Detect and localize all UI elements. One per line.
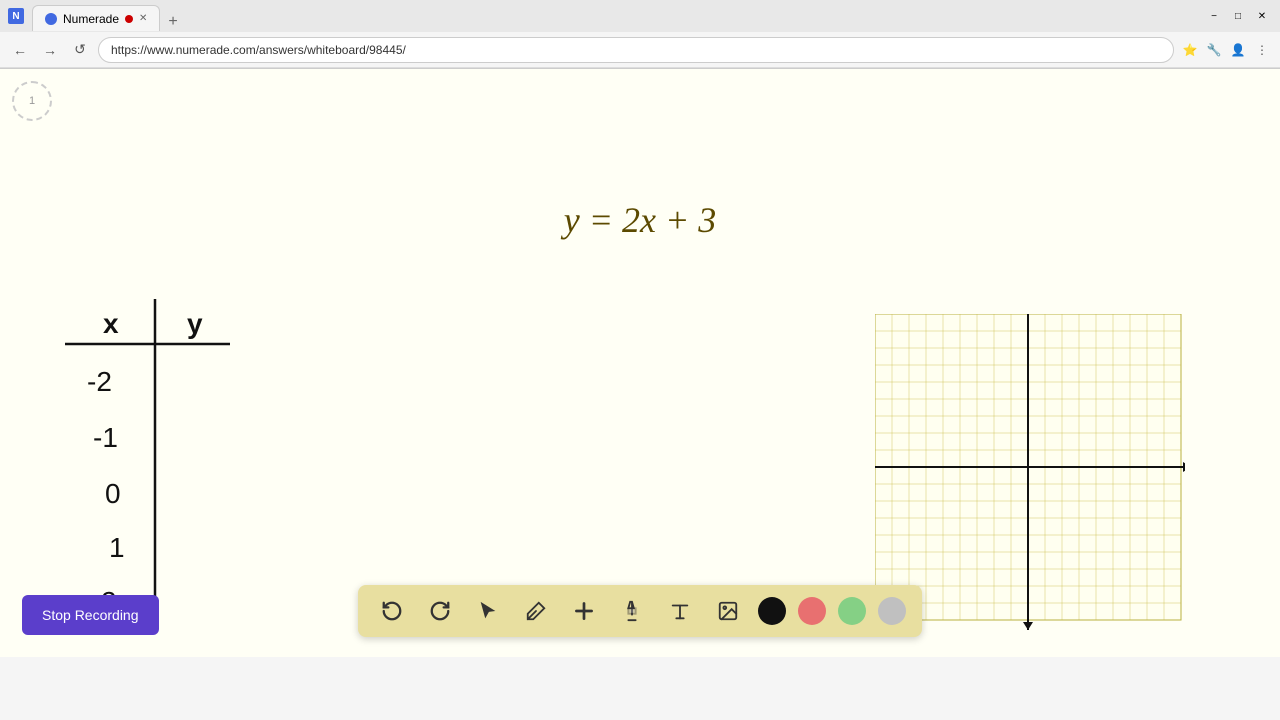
- tab-favicon: [45, 13, 57, 25]
- text-tool-button[interactable]: [662, 593, 698, 629]
- xy-table-svg: x y -2 -1 0 1 2: [35, 289, 235, 629]
- coordinate-graph: [875, 314, 1185, 634]
- url-text: https://www.numerade.com/answers/whitebo…: [111, 43, 406, 57]
- svg-text:-2: -2: [87, 366, 112, 397]
- maximize-button[interactable]: □: [1228, 6, 1248, 26]
- stop-recording-button[interactable]: Stop Recording: [22, 595, 159, 635]
- close-button[interactable]: ✕: [1252, 6, 1272, 26]
- browser-icon: N: [8, 8, 24, 24]
- menu-icon[interactable]: ⋮: [1252, 40, 1272, 60]
- whiteboard: 1 y = 2x + 3 x y -2 -1 0 1 2: [0, 69, 1280, 657]
- tab-close-button[interactable]: ✕: [139, 13, 147, 24]
- xy-table: x y -2 -1 0 1 2: [35, 289, 235, 629]
- profile-icon[interactable]: 👤: [1228, 40, 1248, 60]
- bookmark-icon[interactable]: ⭐: [1180, 40, 1200, 60]
- tab-title: Numerade: [63, 12, 119, 26]
- pen-tool-button[interactable]: [518, 593, 554, 629]
- image-tool-button[interactable]: [710, 593, 746, 629]
- select-tool-button[interactable]: [470, 593, 506, 629]
- address-bar[interactable]: https://www.numerade.com/answers/whitebo…: [98, 37, 1174, 63]
- color-pink[interactable]: [798, 597, 826, 625]
- highlighter-tool-button[interactable]: [614, 593, 650, 629]
- toolbar: [358, 585, 922, 637]
- color-black[interactable]: [758, 597, 786, 625]
- active-tab[interactable]: Numerade ✕: [32, 5, 160, 31]
- refresh-button[interactable]: ↺: [68, 38, 92, 62]
- redo-button[interactable]: [422, 593, 458, 629]
- title-bar: N Numerade ✕ + − □ ✕: [0, 0, 1280, 32]
- svg-text:0: 0: [105, 478, 121, 509]
- back-button[interactable]: ←: [8, 38, 32, 62]
- timer-label: 1: [29, 95, 35, 107]
- timer-circle: 1: [12, 81, 52, 121]
- extensions-icon[interactable]: 🔧: [1204, 40, 1224, 60]
- new-tab-button[interactable]: +: [160, 13, 185, 31]
- color-gray[interactable]: [878, 597, 906, 625]
- forward-button[interactable]: →: [38, 38, 62, 62]
- minimize-button[interactable]: −: [1204, 6, 1224, 26]
- svg-text:1: 1: [109, 532, 125, 563]
- tab-bar: Numerade ✕ +: [32, 1, 1196, 31]
- browser-chrome: N Numerade ✕ + − □ ✕ ← → ↺ https://www.n…: [0, 0, 1280, 69]
- color-green[interactable]: [838, 597, 866, 625]
- nav-actions: ⭐ 🔧 👤 ⋮: [1180, 40, 1272, 60]
- nav-bar: ← → ↺ https://www.numerade.com/answers/w…: [0, 32, 1280, 68]
- formula-display: y = 2x + 3: [564, 199, 717, 241]
- undo-button[interactable]: [374, 593, 410, 629]
- window-controls: − □ ✕: [1204, 6, 1272, 26]
- tab-recording-dot: [125, 15, 133, 23]
- svg-text:x: x: [103, 308, 119, 339]
- svg-text:-1: -1: [93, 422, 118, 453]
- add-tool-button[interactable]: [566, 593, 602, 629]
- svg-text:y: y: [187, 308, 203, 339]
